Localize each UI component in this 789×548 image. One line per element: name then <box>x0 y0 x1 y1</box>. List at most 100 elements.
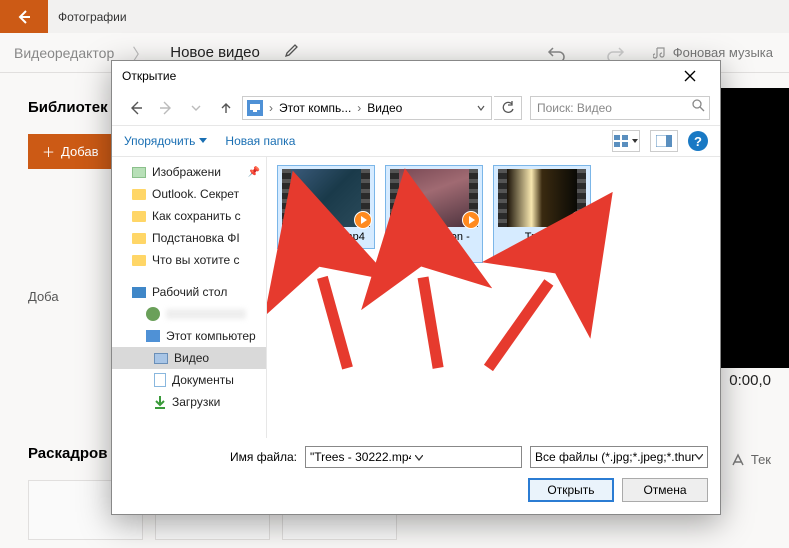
chevron-right-icon: › <box>267 101 275 115</box>
file-name: City - 3134.mp4 <box>287 231 365 245</box>
desktop-icon <box>132 287 146 298</box>
cancel-button-label: Отмена <box>643 483 686 497</box>
tree-item-folder[interactable]: Подстановка ФІ <box>112 227 266 249</box>
dialog-command-bar: Упорядочить Новая папка ? <box>112 125 720 157</box>
downloads-icon <box>154 395 166 409</box>
preview-pane-icon <box>656 135 672 147</box>
tree-item-images[interactable]: Изображени📌 <box>112 161 266 183</box>
file-item[interactable]: Conversation - 180.mp4 <box>385 165 483 263</box>
tree-label: Загрузки <box>172 395 220 409</box>
nav-back-button[interactable] <box>122 94 150 122</box>
crumb-pc[interactable]: Этот компь... <box>279 101 351 115</box>
pc-icon <box>247 100 263 116</box>
dialog-titlebar: Открытие <box>112 61 720 91</box>
tree-item-video[interactable]: Видео <box>112 347 266 369</box>
plus-icon: ＋ <box>42 142 55 161</box>
view-mode-button[interactable] <box>612 130 640 152</box>
search-icon <box>692 99 705 117</box>
tree-item-folder[interactable]: Outlook. Секрет <box>112 183 266 205</box>
dialog-footer: Имя файла: "Trees - 30222.mp4" "City - 3… <box>112 438 720 514</box>
address-dropdown[interactable] <box>471 101 491 115</box>
nav-up-button[interactable] <box>212 94 240 122</box>
tree-item-downloads[interactable]: Загрузки <box>112 391 266 413</box>
help-icon: ? <box>694 134 702 149</box>
tree-label: Рабочий стол <box>152 285 227 299</box>
project-name[interactable]: Новое видео <box>170 44 260 61</box>
tree-item-thispc[interactable]: Этот компьютер <box>112 325 266 347</box>
tree-item-desktop[interactable]: Рабочий стол <box>112 281 266 303</box>
search-box[interactable] <box>530 96 710 120</box>
tree-label: Как сохранить с <box>152 209 241 223</box>
tree-item-folder[interactable]: Что вы хотите с <box>112 249 266 271</box>
play-icon <box>354 211 372 229</box>
arrow-up-icon <box>219 101 233 115</box>
address-bar[interactable]: › Этот компь... › Видео <box>242 96 492 120</box>
add-button[interactable]: ＋ Добав <box>28 134 112 169</box>
file-item[interactable]: City - 3134.mp4 <box>277 165 375 249</box>
preview-pane-button[interactable] <box>650 130 678 152</box>
undo-button[interactable] <box>537 45 577 61</box>
crumb-folder[interactable]: Видео <box>367 101 402 115</box>
app-title: Фотографии <box>58 10 127 24</box>
pc-icon <box>146 330 160 342</box>
new-folder-button[interactable]: Новая папка <box>225 134 295 148</box>
music-icon <box>653 46 667 60</box>
play-icon <box>570 211 588 229</box>
crumb-editor[interactable]: Видеоредактор <box>14 45 114 61</box>
files-pane[interactable]: City - 3134.mp4 Conversation - 180.mp4 T… <box>267 157 720 438</box>
time-display: 0:00,0 <box>729 372 771 389</box>
open-button[interactable]: Открыть <box>528 478 614 502</box>
filename-dropdown[interactable] <box>411 450 517 464</box>
filename-label: Имя файла: <box>230 450 297 464</box>
pictures-icon <box>132 167 146 178</box>
organize-menu[interactable]: Упорядочить <box>124 134 207 148</box>
file-name: Trees - 30222.mp4 <box>497 231 587 259</box>
chevron-down-icon <box>695 454 703 460</box>
redo-button[interactable] <box>595 45 635 61</box>
close-button[interactable] <box>670 61 710 91</box>
text-a-icon <box>731 453 745 467</box>
nav-forward-button[interactable] <box>152 94 180 122</box>
tree-label: Подстановка ФІ <box>152 231 240 245</box>
refresh-button[interactable] <box>494 96 522 120</box>
file-open-dialog: Открытие › Этот компь... › Видео <box>111 60 721 515</box>
chevron-down-icon <box>415 455 423 461</box>
cancel-button[interactable]: Отмена <box>622 478 708 502</box>
chevron-down-icon <box>632 139 638 144</box>
folder-icon <box>132 255 146 266</box>
nav-recent-button[interactable] <box>182 94 210 122</box>
file-item[interactable]: Trees - 30222.mp4 <box>493 165 591 263</box>
bg-music-label: Фоновая музыка <box>673 45 773 60</box>
chevron-down-icon <box>191 103 201 113</box>
tree-item-folder[interactable]: Как сохранить с <box>112 205 266 227</box>
bg-music-button[interactable]: Фоновая музыка <box>653 45 773 60</box>
dialog-title: Открытие <box>122 69 670 83</box>
video-thumbnail <box>390 169 478 227</box>
nav-tree[interactable]: Изображени📌 Outlook. Секрет Как сохранит… <box>112 157 267 438</box>
video-thumbnail <box>498 169 586 227</box>
filename-input[interactable]: "Trees - 30222.mp4" "City - 3134 <box>305 446 522 468</box>
thumbnails-icon <box>614 135 630 147</box>
file-filter-select[interactable]: Все файлы (*.jpg;*.jpeg;*.thum <box>530 446 708 468</box>
tree-label: Outlook. Секрет <box>152 187 239 201</box>
help-button[interactable]: ? <box>688 131 708 151</box>
text-tool-label: Тек <box>751 452 771 467</box>
tree-item-documents[interactable]: Документы <box>112 369 266 391</box>
pin-icon: 📌 <box>248 167 260 178</box>
arrow-right-icon <box>158 100 174 116</box>
video-folder-icon <box>154 353 168 364</box>
text-tool[interactable]: Тек <box>731 452 771 467</box>
back-button[interactable] <box>0 0 48 33</box>
close-icon <box>684 70 696 82</box>
play-icon <box>462 211 480 229</box>
search-input[interactable] <box>537 101 692 115</box>
tree-label: Что вы хотите с <box>152 253 240 267</box>
add-button-label: Добав <box>61 144 98 159</box>
video-thumbnail <box>282 169 370 227</box>
tree-item-user[interactable] <box>112 303 266 325</box>
chevron-down-icon <box>477 104 485 112</box>
titlebar: Фотографии <box>0 0 789 33</box>
user-icon <box>146 307 160 321</box>
open-button-label: Открыть <box>547 483 594 497</box>
tree-label: Видео <box>174 351 209 365</box>
